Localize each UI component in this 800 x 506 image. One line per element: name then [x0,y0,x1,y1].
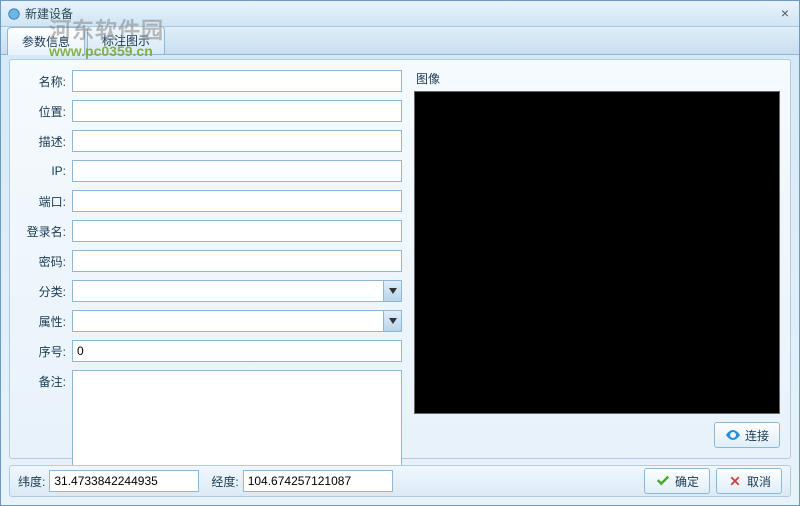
row-name: 名称: [20,70,402,92]
label-serial: 序号: [20,343,72,360]
input-name[interactable] [72,70,402,92]
connect-button[interactable]: 连接 [714,422,780,448]
row-attribute: 属性: [20,310,402,332]
window-title: 新建设备 [25,5,73,22]
select-attribute[interactable] [72,310,402,332]
input-position[interactable] [72,100,402,122]
image-actions: 连接 [414,414,780,448]
textarea-remark[interactable] [72,370,402,480]
input-port[interactable] [72,190,402,212]
row-category: 分类: [20,280,402,302]
tab-bar: 参数信息 标注图示 [1,27,799,55]
chevron-down-icon [383,311,401,331]
label-login: 登录名: [20,223,72,240]
input-serial[interactable] [72,340,402,362]
row-serial: 序号: [20,340,402,362]
input-password[interactable] [72,250,402,272]
footer: 纬度: 经度: 确定 取消 [9,465,791,497]
check-icon [655,473,671,489]
input-longitude[interactable] [243,470,393,492]
label-attribute: 属性: [20,313,72,330]
form-area: 名称: 位置: 描述: IP: 端口: 登录名: 密码: [20,70,414,448]
label-name: 名称: [20,73,72,90]
tab-annotation[interactable]: 标注图示 [87,26,165,54]
label-category: 分类: [20,283,72,300]
label-port: 端口: [20,193,72,210]
row-description: 描述: [20,130,402,152]
image-area: 图像 连接 [414,70,780,448]
app-icon [7,7,21,21]
select-category[interactable] [72,280,402,302]
label-password: 密码: [20,253,72,270]
image-preview [414,91,780,414]
connect-button-label: 连接 [745,427,769,444]
input-ip[interactable] [72,160,402,182]
image-label: 图像 [414,70,780,87]
label-description: 描述: [20,133,72,150]
label-longitude: 经度: [211,473,238,490]
row-login: 登录名: [20,220,402,242]
tab-param-info[interactable]: 参数信息 [7,27,85,55]
x-icon [727,473,743,489]
eye-icon [725,427,741,443]
label-ip: IP: [20,164,72,178]
ok-button[interactable]: 确定 [644,468,710,494]
content-panel: 名称: 位置: 描述: IP: 端口: 登录名: 密码: [9,59,791,459]
label-latitude: 纬度: [18,473,45,490]
label-remark: 备注: [20,370,72,390]
chevron-down-icon [383,281,401,301]
input-latitude[interactable] [49,470,199,492]
row-password: 密码: [20,250,402,272]
input-login[interactable] [72,220,402,242]
close-button[interactable]: × [777,6,793,22]
input-description[interactable] [72,130,402,152]
cancel-button[interactable]: 取消 [716,468,782,494]
ok-button-label: 确定 [675,473,699,490]
titlebar: 新建设备 × [1,1,799,27]
row-remark: 备注: [20,370,402,480]
row-position: 位置: [20,100,402,122]
cancel-button-label: 取消 [747,473,771,490]
row-port: 端口: [20,190,402,212]
label-position: 位置: [20,103,72,120]
row-ip: IP: [20,160,402,182]
